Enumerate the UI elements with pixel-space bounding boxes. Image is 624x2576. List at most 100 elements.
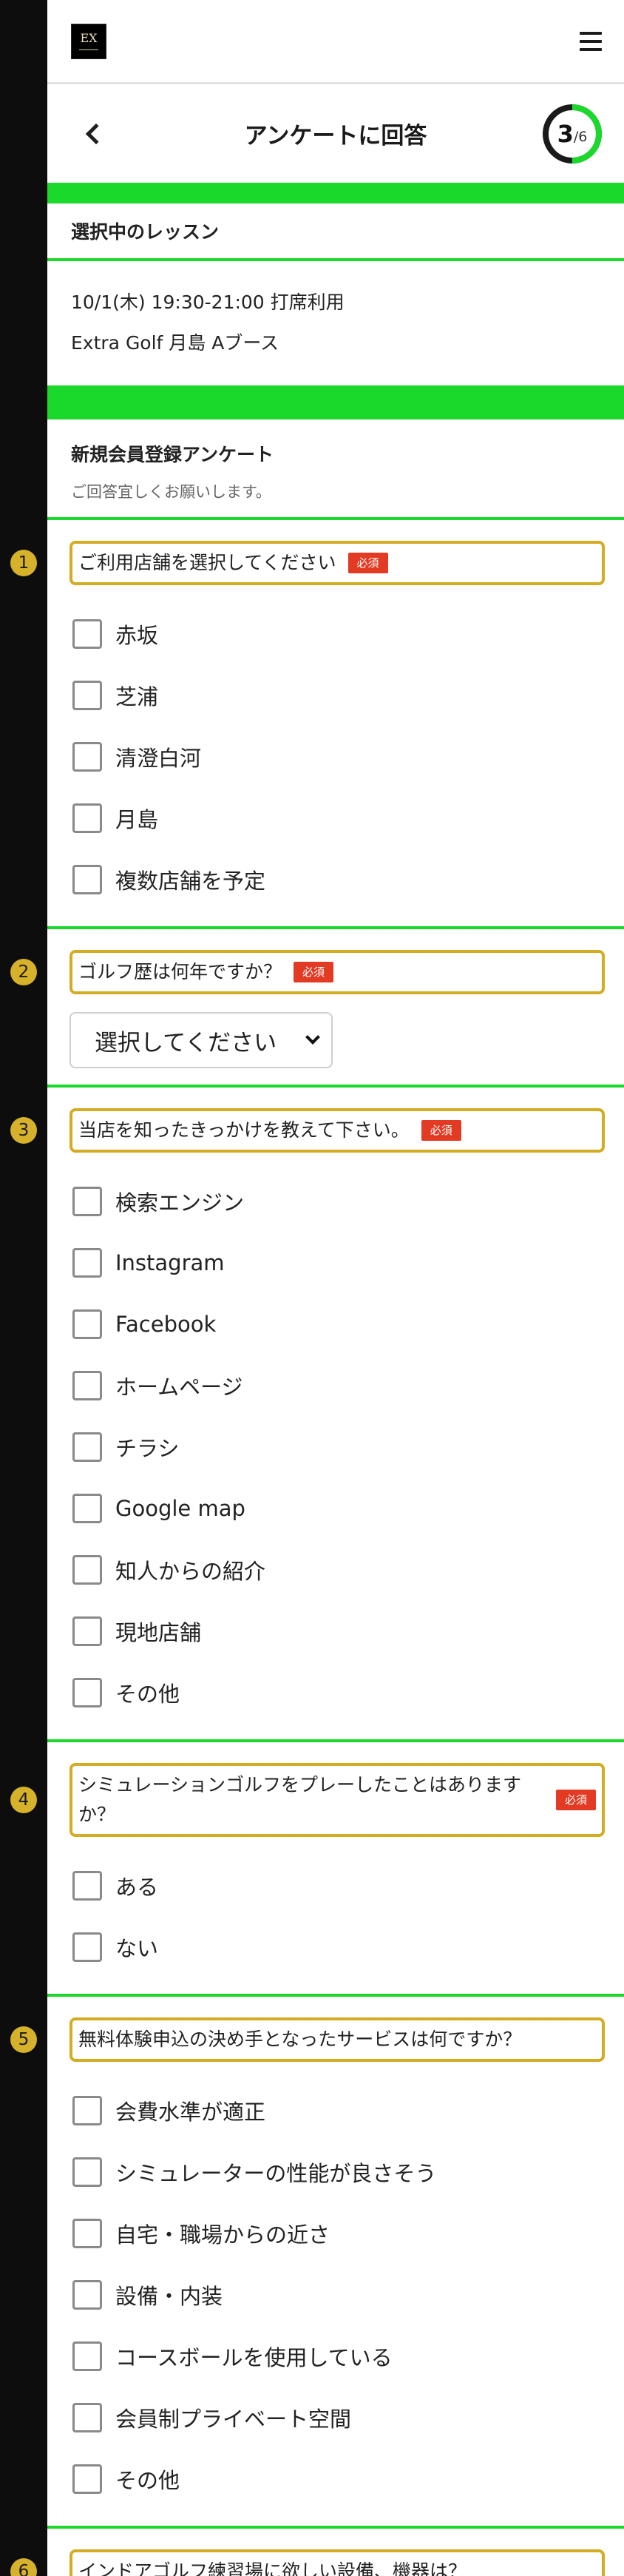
question-number-badge: 2 [10,959,37,985]
checkbox-option[interactable]: Instagram [69,1232,605,1293]
logo-text: EX [80,30,98,45]
question-number-badge: 5 [10,2026,37,2053]
hamburger-icon[interactable] [580,31,602,51]
checkbox-option[interactable]: チラシ [69,1416,605,1477]
checkbox-option[interactable]: 検索エンジン [69,1170,605,1232]
lesson-heading: 選択中のレッスン [71,221,220,243]
checkbox[interactable] [72,1247,102,1278]
checkbox[interactable] [72,2157,102,2187]
checkbox[interactable] [72,741,102,772]
checkbox[interactable] [72,2341,102,2371]
checkbox[interactable] [72,1309,102,1339]
brand-logo[interactable]: EX [71,23,106,59]
checkbox-option[interactable]: ない [69,1916,605,1977]
question-4: 4 シミュレーションゴルフをプレーしたことはありますか？ 必須あるない [10,1742,624,1994]
question-text: ゴルフ歴は何年ですか？ [78,961,282,982]
checkbox-label: 知人からの紹介 [115,1558,266,1584]
main-content: EX アンケートに回答 3 /6 選択中のレッスン 10/1(木) 19:30-… [10,0,624,2576]
survey-header: 新規会員登録アンケート ご回答宜しくお願いします。 [47,419,624,517]
checkbox-label: 赤坂 [115,622,159,648]
checkbox-label: ない [115,1935,159,1961]
checkbox[interactable] [72,1616,102,1646]
section-divider [47,385,624,419]
checkbox[interactable] [72,1432,102,1462]
checkbox-option[interactable]: シミュレーターの性能が良さそう [69,2141,605,2202]
question-number-badge: 1 [10,550,37,576]
checkbox-option[interactable]: その他 [69,1662,605,1723]
checkbox-label: Google map [115,1495,245,1521]
checkbox[interactable] [72,2279,102,2310]
checkbox-label: 現地店舗 [115,1619,202,1645]
checkbox[interactable] [72,1186,102,1216]
required-badge: 必須 [555,1790,596,1810]
checkbox[interactable] [72,2464,102,2494]
checkbox[interactable] [72,618,102,649]
logo-underline [79,48,98,50]
progress-total: /6 [573,128,588,145]
checkbox-option[interactable]: ある [69,1855,605,1916]
checkbox-label: 芝浦 [115,684,159,709]
checkbox-option[interactable]: Google map [69,1477,605,1539]
progress-label: 3 /6 [541,103,603,165]
checkbox[interactable] [72,1370,102,1400]
checkbox[interactable] [72,1677,102,1707]
question-2: 2 ゴルフ歴は何年ですか？ 必須選択してください [10,929,624,1085]
checkbox-label: その他 [115,1681,180,1707]
checkbox-label: ある [115,1874,159,1900]
lesson-details: 10/1(木) 19:30-21:00 打席利用 Extra Golf 月島 A… [47,261,624,385]
question-text: シミュレーションゴルフをプレーしたことはありますか？ [78,1774,522,1825]
checkbox-label: ホームページ [115,1374,243,1400]
checkbox[interactable] [72,680,102,710]
checkbox[interactable] [72,1870,102,1901]
required-badge: 必須 [347,553,388,573]
checkbox-label: その他 [115,2467,180,2493]
checkbox-label: コースボールを使用している [115,2344,393,2370]
checkbox-option[interactable]: 会員制プライベート空間 [69,2387,605,2448]
question-number-badge: 4 [10,1787,37,1813]
checkbox-option[interactable]: 月島 [69,787,605,849]
checkbox[interactable] [72,2095,102,2125]
checkbox-label: 検索エンジン [115,1190,245,1215]
question-label-box: ゴルフ歴は何年ですか？ 必須 [69,950,605,994]
hamburger-line [580,39,602,43]
checkbox[interactable] [72,1493,102,1523]
golf-years-select[interactable]: 選択してください [69,1012,333,1068]
checkbox[interactable] [72,2218,102,2248]
checkbox-option[interactable]: 清澄白河 [69,726,605,787]
select-value: 選択してください [95,1029,277,1056]
checkbox-label: Facebook [115,1311,217,1337]
required-badge: 必須 [421,1120,461,1141]
checkbox-option[interactable]: 会費水準が適正 [69,2080,605,2141]
checkbox[interactable] [72,2402,102,2432]
question-text: インドアゴルフ練習場に欲しい設備、機器は？ [78,2560,467,2576]
checkbox-label: Instagram [115,1250,225,1275]
checkbox[interactable] [72,803,102,833]
checkbox-option[interactable]: 複数店舗を予定 [69,849,605,910]
checkbox-option[interactable]: 自宅・職場からの近さ [69,2202,605,2264]
checkbox[interactable] [72,864,102,894]
survey-title: 新規会員登録アンケート [71,444,274,465]
lesson-datetime: 10/1(木) 19:30-21:00 打席利用 [71,291,345,313]
question-1: 1 ご利用店舗を選択してください 必須赤坂芝浦清澄白河月島複数店舗を予定 [10,520,624,926]
checkbox-label: 月島 [115,806,159,832]
option-list: ある ない [69,1855,605,1977]
checkbox-option[interactable]: 知人からの紹介 [69,1539,605,1600]
checkbox-option[interactable]: ホームページ [69,1355,605,1416]
option-list: 会費水準が適正 シミュレーターの性能が良さそう 自宅・職場からの近さ 設備・内装コース… [69,2080,605,2509]
question-label-box: ご利用店舗を選択してください 必須 [69,541,605,585]
option-list: 検索エンジン Instagram Facebook ホームページチラシ Google m… [69,1170,605,1723]
checkbox-option[interactable]: Facebook [69,1293,605,1355]
checkbox-option[interactable]: 赤坂 [69,603,605,664]
hamburger-line [580,31,602,35]
question-label-box: 当店を知ったきっかけを教えて下さい。 必須 [69,1108,605,1153]
checkbox[interactable] [72,1932,102,1962]
question-6: 6インドアゴルフ練習場に欲しい設備、機器は？複数回答可能 [10,2529,624,2576]
checkbox-label: 清澄白河 [115,745,202,771]
checkbox-option[interactable]: 芝浦 [69,664,605,726]
checkbox-option[interactable]: 現地店舗 [69,1600,605,1662]
checkbox-option[interactable]: その他 [69,2448,605,2509]
checkbox[interactable] [72,1554,102,1585]
top-bar: EX [47,0,624,84]
checkbox-option[interactable]: 設備・内装 [69,2264,605,2325]
checkbox-option[interactable]: コースボールを使用している [69,2325,605,2387]
